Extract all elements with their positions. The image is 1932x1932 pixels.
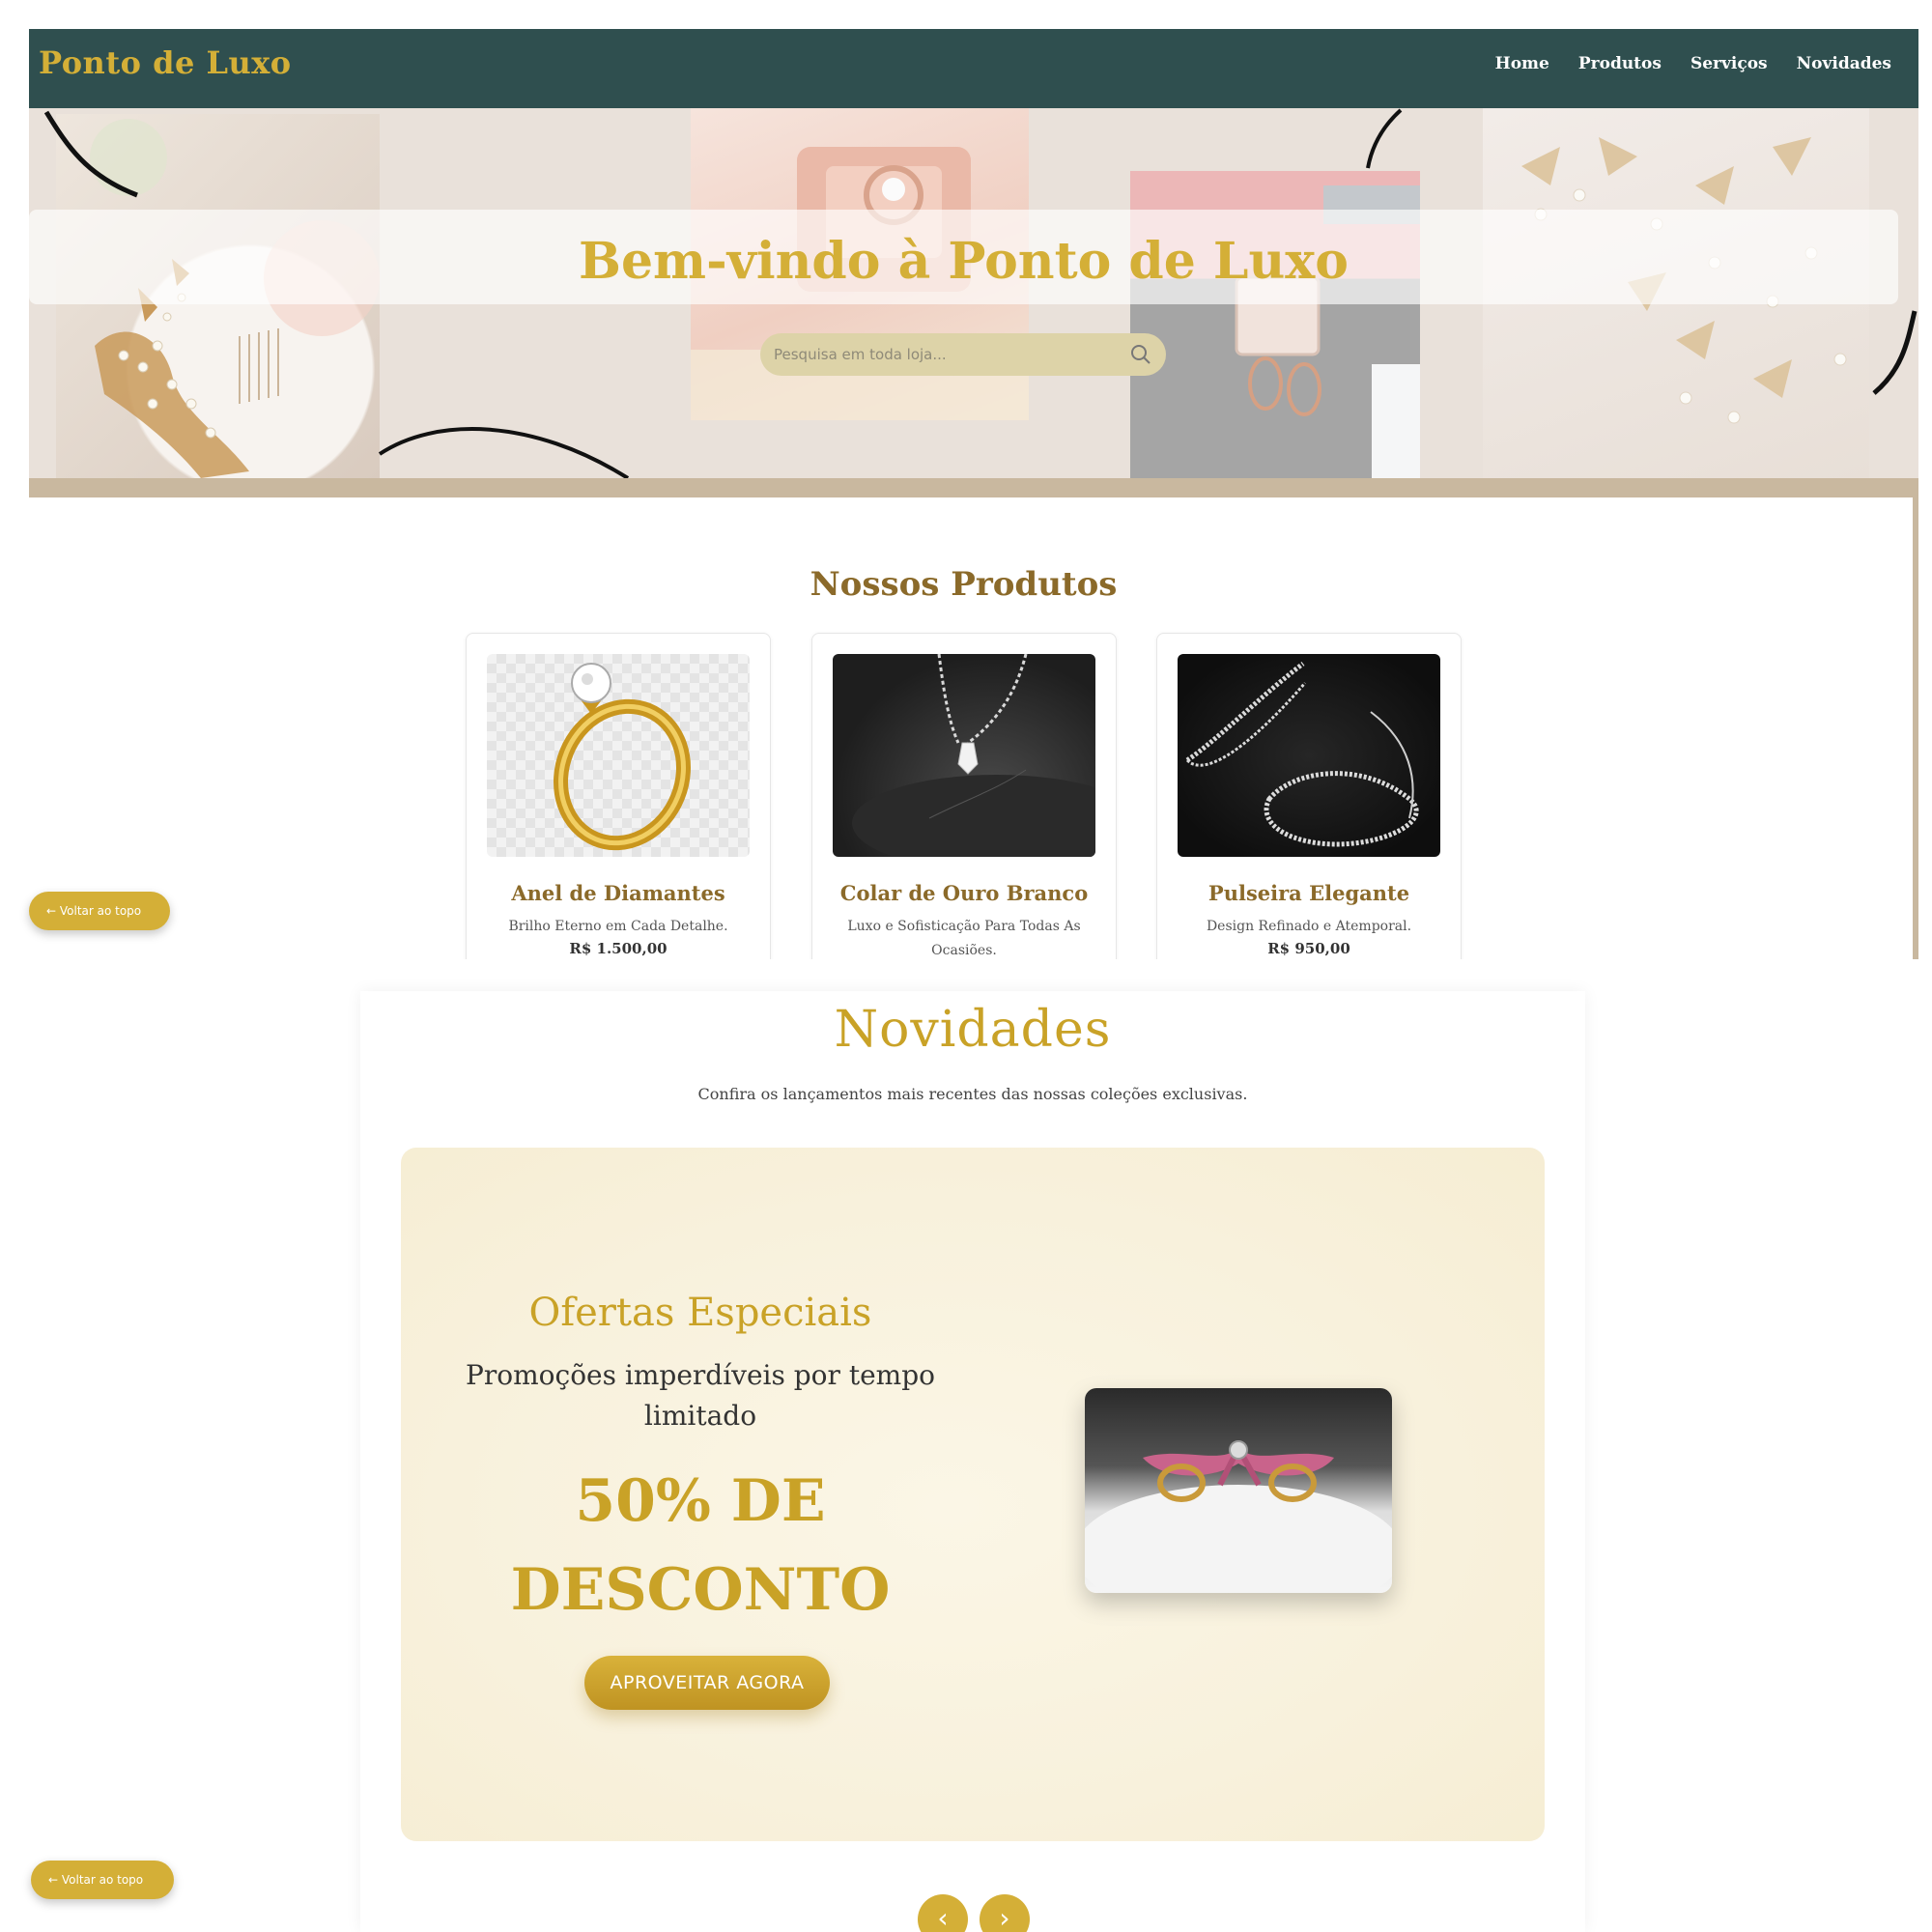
search-input[interactable] <box>774 333 1122 376</box>
back-to-top-button[interactable]: ← Voltar ao topo <box>31 1861 174 1899</box>
nav-home[interactable]: Home <box>1495 54 1549 73</box>
product-name: Pulseira Elegante <box>1208 881 1410 905</box>
nav-links: Home Produtos Serviços Novidades <box>1495 54 1891 73</box>
top-screenshot: Ponto de Luxo Home Produtos Serviços Nov… <box>29 29 1918 959</box>
product-image-ring[interactable] <box>487 654 750 857</box>
promo-title: Ofertas Especiais <box>528 1291 872 1335</box>
nav-servicos[interactable]: Serviços <box>1690 54 1768 73</box>
product-name: Colar de Ouro Branco <box>839 881 1089 905</box>
hero-section: Bem-vindo à Ponto de Luxo <box>29 108 1918 478</box>
search-bar <box>760 333 1166 376</box>
product-price: R$ 950,00 <box>1267 940 1350 957</box>
product-description: Design Refinado e Atemporal. <box>1206 919 1412 934</box>
product-price: R$ 1.500,00 <box>569 940 668 957</box>
promo-image-wedding-rings <box>1085 1388 1392 1593</box>
products-section-title: Nossos Produtos <box>810 565 1118 604</box>
product-card[interactable]: Pulseira Elegante Design Refinado e Atem… <box>1156 633 1462 959</box>
search-icon[interactable] <box>1130 344 1151 365</box>
product-description: Luxo e Sofisticação Para Todas As Ocasiõ… <box>847 919 1081 958</box>
product-image-bracelet[interactable] <box>1178 654 1440 857</box>
brand-logo[interactable]: Ponto de Luxo <box>39 44 292 81</box>
product-card[interactable]: Anel de Diamantes Brilho Eterno em Cada … <box>466 633 771 959</box>
product-image-necklace[interactable] <box>833 654 1095 857</box>
navbar: Ponto de Luxo Home Produtos Serviços Nov… <box>29 29 1918 108</box>
promo-text: Promoções imperdíveis por tempo limitado <box>466 1359 935 1432</box>
promo-discount: 50% DE DESCONTO <box>510 1467 891 1624</box>
nav-novidades[interactable]: Novidades <box>1797 54 1891 73</box>
product-description: Brilho Eterno em Cada Detalhe. <box>508 919 728 934</box>
nav-produtos[interactable]: Produtos <box>1578 54 1662 73</box>
product-name: Anel de Diamantes <box>511 881 725 905</box>
promo-slide: Ofertas Especiais Promoções imperdíveis … <box>401 1148 1545 1841</box>
novidades-subtitle: Confira os lançamentos mais recentes das… <box>697 1085 1248 1103</box>
promo-cta-button[interactable]: APROVEITAR AGORA <box>584 1656 830 1710</box>
novidades-section: Novidades Confira os lançamentos mais re… <box>360 991 1585 1932</box>
back-to-top-button[interactable]: ← Voltar ao topo <box>29 892 170 930</box>
novidades-title: Novidades <box>834 1001 1112 1059</box>
hero-title: Bem-vindo à Ponto de Luxo <box>579 232 1349 291</box>
carousel-next-button[interactable]: › <box>980 1894 1030 1932</box>
hero-bottom-bar <box>29 478 1918 497</box>
side-border-line <box>1913 497 1918 959</box>
carousel-prev-button[interactable]: ‹ <box>918 1894 968 1932</box>
product-card[interactable]: Colar de Ouro Branco Luxo e Sofisticação… <box>811 633 1117 959</box>
